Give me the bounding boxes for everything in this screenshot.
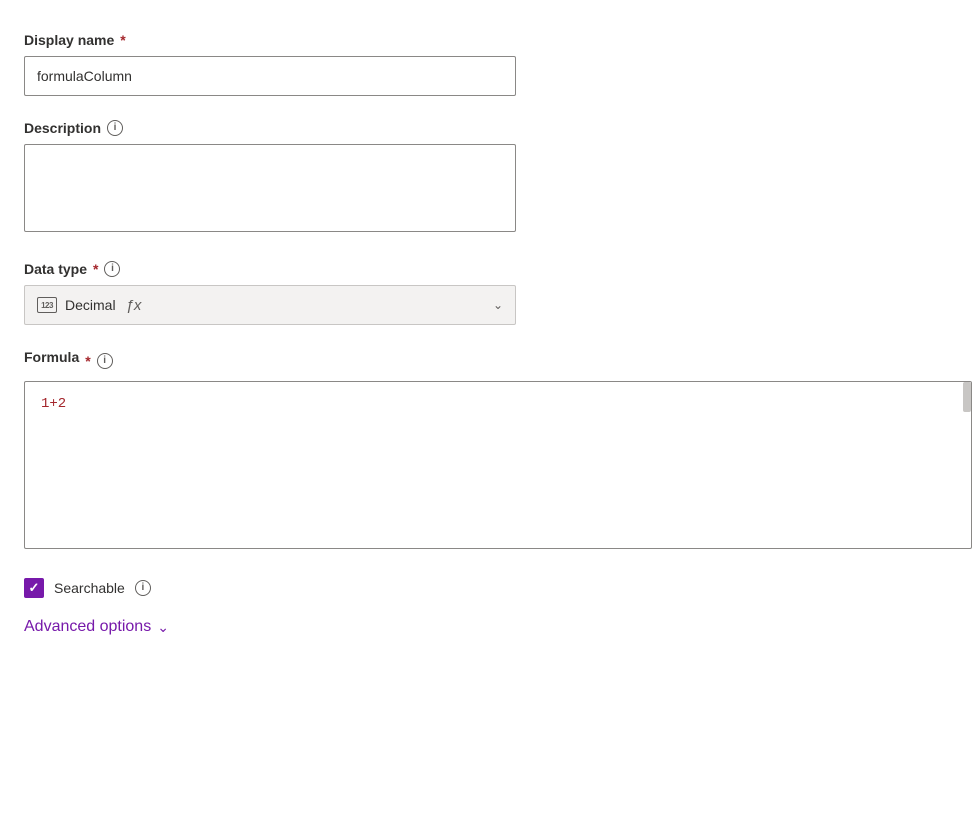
display-name-label-text: Display name	[24, 32, 114, 48]
checkmark-icon: ✓	[29, 580, 40, 596]
fx-icon: ƒx	[126, 297, 142, 314]
formula-info-icon[interactable]: i	[97, 353, 113, 369]
data-type-label-text: Data type	[24, 261, 87, 277]
data-type-required: *	[93, 261, 98, 277]
description-label: Description i	[24, 120, 951, 136]
data-type-selected-label: Decimal	[65, 297, 116, 313]
display-name-field: Display name *	[24, 32, 951, 96]
data-type-chevron-icon: ⌄	[493, 298, 503, 312]
data-type-info-icon[interactable]: i	[104, 261, 120, 277]
searchable-checkbox[interactable]: ✓	[24, 578, 44, 598]
searchable-info-icon[interactable]: i	[135, 580, 151, 596]
advanced-options-link[interactable]: Advanced options ⌄	[24, 618, 951, 636]
data-type-display-left: 123 Decimal ƒx	[37, 297, 141, 314]
advanced-options-label: Advanced options	[24, 618, 151, 636]
form-container: Display name * Description i Data type *…	[24, 32, 951, 636]
data-type-label: Data type * i	[24, 261, 951, 277]
data-type-dropdown[interactable]: 123 Decimal ƒx ⌄	[24, 285, 516, 325]
datatype-icon: 123	[37, 297, 57, 313]
display-name-label: Display name *	[24, 32, 951, 48]
searchable-group: ✓ Searchable i	[24, 578, 951, 598]
description-info-icon[interactable]: i	[107, 120, 123, 136]
formula-label-text: Formula	[24, 349, 79, 365]
display-name-input[interactable]	[24, 56, 516, 96]
data-type-select-wrapper: 123 Decimal ƒx ⌄	[24, 285, 516, 325]
formula-field: Formula * i 1+2	[24, 349, 951, 554]
formula-scrollbar	[963, 382, 971, 412]
formula-area-wrapper: 1+2	[24, 381, 972, 554]
description-label-text: Description	[24, 120, 101, 136]
advanced-options-chevron-icon: ⌄	[157, 619, 169, 636]
description-textarea[interactable]	[24, 144, 516, 232]
description-field: Description i	[24, 120, 951, 237]
formula-label-row: Formula * i	[24, 349, 951, 373]
searchable-label: Searchable	[54, 580, 125, 596]
display-name-required: *	[120, 32, 125, 48]
formula-required: *	[85, 353, 90, 369]
formula-textarea[interactable]: 1+2	[24, 381, 972, 549]
data-type-field: Data type * i 123 Decimal ƒx ⌄	[24, 261, 951, 325]
